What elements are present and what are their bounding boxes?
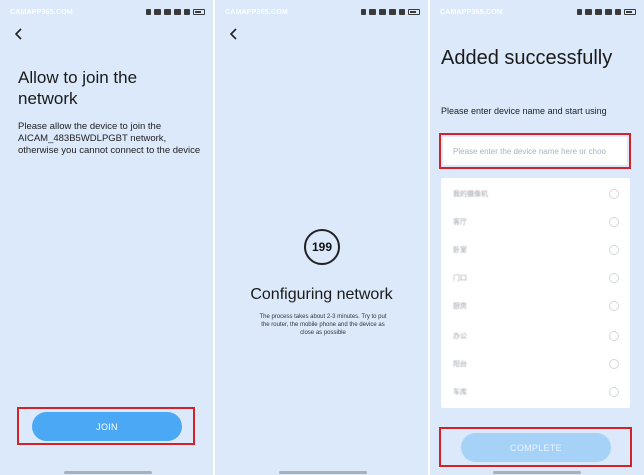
home-indicator xyxy=(279,471,367,474)
speed-icon xyxy=(154,9,161,15)
list-item-label: 办公 xyxy=(453,333,467,340)
home-indicator xyxy=(493,471,581,474)
device-name-options: 我的摄像机 客厅 卧室 门口 厨房 办公 阳台 车库 xyxy=(441,178,630,408)
status-icons xyxy=(361,9,420,15)
page-title: Configuring network xyxy=(250,286,393,303)
countdown-timer: 199 xyxy=(304,229,340,265)
app-screens: CAMAPP365.COM Allow to join the network … xyxy=(0,0,644,475)
list-item[interactable]: 车库 xyxy=(441,378,630,406)
back-arrow-icon[interactable] xyxy=(227,26,241,42)
list-item[interactable]: 门口 xyxy=(441,264,630,292)
status-bar: CAMAPP365.COM xyxy=(10,6,205,18)
list-item[interactable]: 卧室 xyxy=(441,236,630,264)
list-item[interactable]: 办公 xyxy=(441,322,630,350)
radio-button[interactable] xyxy=(609,359,619,369)
list-item-label: 客厅 xyxy=(453,219,467,226)
page-title: Allow to join the network xyxy=(18,68,138,108)
battery-icon xyxy=(193,9,205,15)
radio-button[interactable] xyxy=(609,387,619,397)
page-description: Please enter device name and start using xyxy=(441,106,607,116)
shield-icon xyxy=(577,9,582,15)
radio-button[interactable] xyxy=(609,331,619,341)
radio-button[interactable] xyxy=(609,301,619,311)
radio-button[interactable] xyxy=(609,217,619,227)
wifi-icon xyxy=(615,9,621,15)
list-item[interactable]: 厨房 xyxy=(441,292,630,320)
shield-icon xyxy=(361,9,366,15)
battery-icon xyxy=(624,9,636,15)
list-item[interactable]: 客厅 xyxy=(441,208,630,236)
page-title: Added successfully xyxy=(441,47,613,69)
list-item[interactable]: 阳台 xyxy=(441,350,630,378)
radio-button[interactable] xyxy=(609,245,619,255)
configuring-network-screen: CAMAPP365.COM 199 Configuring network Th… xyxy=(215,0,428,475)
complete-button[interactable]: COMPLETE xyxy=(461,433,611,462)
speed-icon xyxy=(585,9,592,15)
list-item-label: 我的摄像机 xyxy=(453,191,488,198)
added-successfully-screen: CAMAPP365.COM Added successfully Please … xyxy=(430,0,644,475)
list-item-label: 阳台 xyxy=(453,361,467,368)
home-indicator xyxy=(64,471,152,474)
radio-button[interactable] xyxy=(609,273,619,283)
status-icons xyxy=(146,9,205,15)
list-item[interactable]: 我的摄像机 xyxy=(441,180,630,208)
page-description: The process takes about 2-3 minutes. Try… xyxy=(259,314,387,336)
wifi-icon xyxy=(184,9,190,15)
radio-button[interactable] xyxy=(609,189,619,199)
list-item-label: 厨房 xyxy=(453,303,467,310)
watermark: CAMAPP365.COM xyxy=(10,8,73,16)
list-item-label: 卧室 xyxy=(453,247,467,254)
join-network-screen: CAMAPP365.COM Allow to join the network … xyxy=(0,0,213,475)
signal-icon xyxy=(389,9,396,15)
shield-icon xyxy=(146,9,151,15)
signal-icon xyxy=(605,9,612,15)
device-name-input[interactable] xyxy=(443,137,627,165)
status-icons xyxy=(577,9,636,15)
list-item-label: 门口 xyxy=(453,275,467,282)
signal-icon xyxy=(164,9,171,15)
battery-icon xyxy=(408,9,420,15)
wifi-icon xyxy=(399,9,405,15)
watermark: CAMAPP365.COM xyxy=(225,8,288,16)
page-description: Please allow the device to join the AICA… xyxy=(18,121,201,156)
join-button[interactable]: JOIN xyxy=(32,412,182,441)
signal-icon xyxy=(174,9,181,15)
signal-icon xyxy=(379,9,386,15)
speed-icon xyxy=(369,9,376,15)
status-bar: CAMAPP365.COM xyxy=(440,6,636,18)
watermark: CAMAPP365.COM xyxy=(440,8,503,16)
signal-icon xyxy=(595,9,602,15)
status-bar: CAMAPP365.COM xyxy=(225,6,420,18)
list-item-label: 车库 xyxy=(453,389,467,396)
back-arrow-icon[interactable] xyxy=(12,26,26,42)
